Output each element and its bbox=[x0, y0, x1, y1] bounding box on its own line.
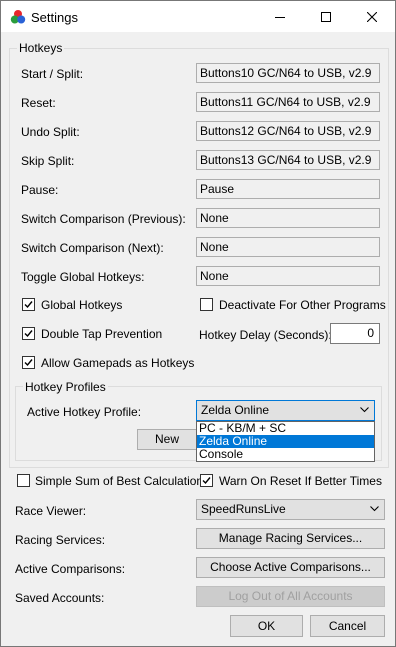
hotkey-delay-input[interactable]: 0 bbox=[330, 323, 380, 344]
reset-label: Reset: bbox=[21, 96, 56, 110]
warn-reset-checkbox[interactable] bbox=[200, 474, 213, 487]
skip-split-field[interactable]: Buttons13 GC/N64 to USB, v2.9 bbox=[196, 150, 380, 170]
global-hotkeys-label: Global Hotkeys bbox=[41, 298, 123, 312]
choose-active-comparisons-button[interactable]: Choose Active Comparisons... bbox=[196, 557, 385, 578]
log-out-all-accounts-button[interactable]: Log Out of All Accounts bbox=[196, 586, 385, 607]
minimize-icon bbox=[275, 16, 285, 18]
app-icon bbox=[10, 10, 26, 24]
chevron-down-icon bbox=[370, 506, 379, 512]
race-viewer-label: Race Viewer: bbox=[15, 504, 87, 518]
window-title: Settings bbox=[31, 10, 78, 25]
pause-label: Pause: bbox=[21, 183, 59, 197]
title-bar: Settings bbox=[1, 1, 395, 32]
global-hotkeys-checkbox[interactable] bbox=[22, 298, 35, 311]
hotkey-delay-label: Hotkey Delay (Seconds): bbox=[199, 328, 332, 342]
active-comparisons-label: Active Comparisons: bbox=[15, 562, 126, 576]
settings-window: Settings Hotkeys Start / Split: Buttons1… bbox=[0, 0, 396, 647]
switch-next-field[interactable]: None bbox=[196, 237, 380, 257]
hotkey-profiles-title: Hotkey Profiles bbox=[23, 380, 108, 394]
cancel-button[interactable]: Cancel bbox=[310, 615, 385, 637]
skip-split-label: Skip Split: bbox=[21, 154, 75, 168]
active-profile-value: Zelda Online bbox=[201, 403, 270, 417]
hotkeys-group-title: Hotkeys bbox=[17, 41, 65, 55]
race-viewer-value: SpeedRunsLive bbox=[201, 502, 286, 516]
profile-option[interactable]: Console bbox=[197, 448, 374, 461]
deactivate-other-checkbox[interactable] bbox=[200, 298, 213, 311]
deactivate-other-label: Deactivate For Other Programs bbox=[219, 298, 386, 312]
profile-dropdown-list: PC - KB/M + SC Zelda Online Console bbox=[196, 421, 375, 462]
close-button[interactable] bbox=[349, 1, 395, 32]
racing-services-label: Racing Services: bbox=[15, 533, 106, 547]
switch-previous-label: Switch Comparison (Previous): bbox=[21, 212, 186, 226]
simple-sob-checkbox[interactable] bbox=[17, 474, 30, 487]
double-tap-checkbox[interactable] bbox=[22, 327, 35, 340]
undo-split-field[interactable]: Buttons12 GC/N64 to USB, v2.9 bbox=[196, 121, 380, 141]
active-profile-label: Active Hotkey Profile: bbox=[27, 405, 142, 419]
double-tap-label: Double Tap Prevention bbox=[41, 327, 163, 341]
start-split-label: Start / Split: bbox=[21, 67, 84, 81]
saved-accounts-label: Saved Accounts: bbox=[15, 591, 105, 605]
toggle-global-field[interactable]: None bbox=[196, 266, 380, 286]
simple-sob-label: Simple Sum of Best Calculation bbox=[35, 474, 204, 488]
undo-split-label: Undo Split: bbox=[21, 125, 80, 139]
pause-field[interactable]: Pause bbox=[196, 179, 380, 199]
allow-gamepads-checkbox[interactable] bbox=[22, 356, 35, 369]
manage-racing-services-button[interactable]: Manage Racing Services... bbox=[196, 528, 385, 549]
race-viewer-select[interactable]: SpeedRunsLive bbox=[196, 499, 385, 520]
maximize-button[interactable] bbox=[303, 1, 349, 32]
minimize-button[interactable] bbox=[257, 1, 303, 32]
checkmark-icon bbox=[24, 359, 33, 367]
new-profile-button[interactable]: New bbox=[137, 429, 197, 450]
ok-button[interactable]: OK bbox=[230, 615, 303, 637]
checkmark-icon bbox=[24, 301, 33, 309]
checkmark-icon bbox=[24, 330, 33, 338]
switch-previous-field[interactable]: None bbox=[196, 208, 380, 228]
active-profile-select[interactable]: Zelda Online bbox=[196, 400, 375, 421]
checkmark-icon bbox=[202, 477, 211, 485]
reset-field[interactable]: Buttons11 GC/N64 to USB, v2.9 bbox=[196, 92, 380, 112]
toggle-global-label: Toggle Global Hotkeys: bbox=[21, 270, 145, 284]
chevron-down-icon bbox=[360, 407, 369, 413]
allow-gamepads-label: Allow Gamepads as Hotkeys bbox=[41, 356, 195, 370]
close-icon bbox=[367, 11, 377, 22]
maximize-icon bbox=[321, 11, 331, 22]
start-split-field[interactable]: Buttons10 GC/N64 to USB, v2.9 bbox=[196, 63, 380, 83]
warn-reset-label: Warn On Reset If Better Times bbox=[219, 474, 382, 488]
switch-next-label: Switch Comparison (Next): bbox=[21, 241, 164, 255]
